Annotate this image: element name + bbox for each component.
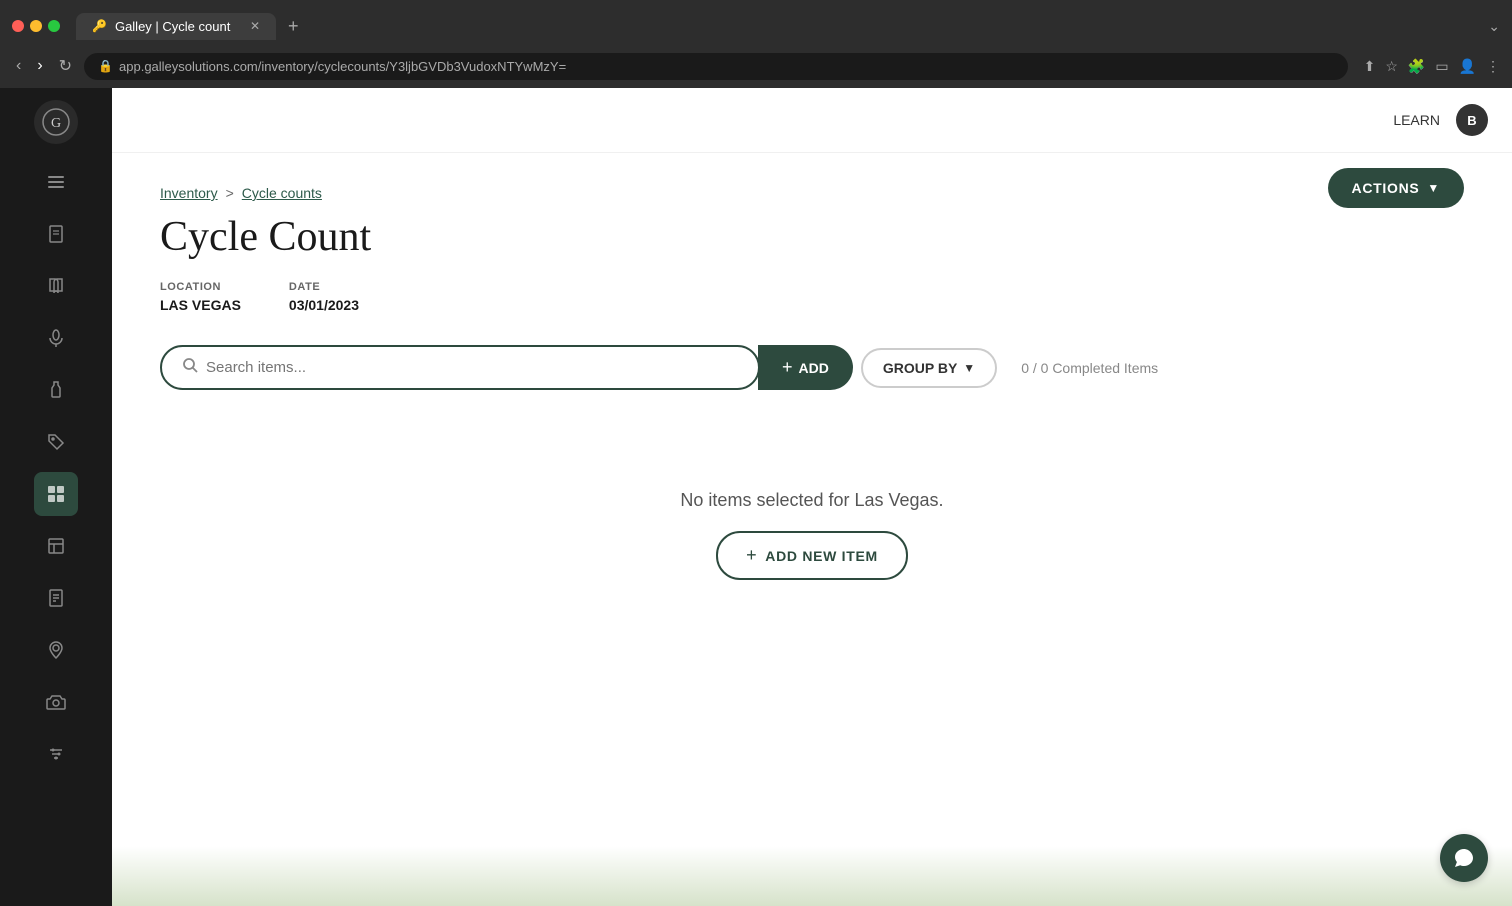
add-label: ADD — [799, 360, 829, 376]
bookmark-button[interactable]: ☆ — [1385, 58, 1398, 75]
tab-close-button[interactable]: ✕ — [250, 19, 260, 33]
sidebar-item-settings[interactable] — [34, 732, 78, 776]
lock-icon: 🔒 — [98, 59, 113, 73]
location-value: LAS VEGAS — [160, 297, 241, 313]
app-logo[interactable]: G — [34, 100, 78, 144]
url-text: app.galleysolutions.com/inventory/cyclec… — [119, 59, 566, 74]
actions-label: ACTIONS — [1352, 180, 1420, 196]
share-button[interactable]: ⬆ — [1364, 58, 1376, 75]
sidebar-item-inventory[interactable] — [34, 472, 78, 516]
browser-tab[interactable]: 🔑 Galley | Cycle count ✕ — [76, 13, 276, 40]
refresh-button[interactable]: ↻ — [55, 52, 76, 80]
breadcrumb: Inventory > Cycle counts — [160, 185, 1464, 201]
header-bar: LEARN B — [112, 88, 1512, 153]
browser-toolbar: ⬆ ☆ 🧩 ▭ 👤 ⋮ — [1364, 58, 1500, 75]
sidebar-item-tags[interactable] — [34, 420, 78, 464]
add-button[interactable]: + ADD — [758, 345, 853, 390]
page-content: Inventory > Cycle counts Cycle Count ACT… — [112, 153, 1512, 906]
breadcrumb-cycle-counts-link[interactable]: Cycle counts — [242, 185, 322, 201]
tab-title: Galley | Cycle count — [115, 19, 230, 34]
sidebar-item-microphone[interactable] — [34, 316, 78, 360]
breadcrumb-separator: > — [226, 185, 234, 201]
browser-chrome: 🔑 Galley | Cycle count ✕ + ⌄ ‹ › ↻ 🔒 app… — [0, 0, 1512, 88]
location-meta: LOCATION LAS VEGAS — [160, 281, 241, 313]
sidebar-item-recipes[interactable] — [34, 524, 78, 568]
profile-button[interactable]: 👤 — [1459, 58, 1476, 75]
forward-button[interactable]: › — [33, 53, 46, 79]
more-button[interactable]: ⋮ — [1486, 58, 1500, 75]
learn-button[interactable]: LEARN — [1393, 112, 1440, 128]
empty-state: No items selected for Las Vegas. + ADD N… — [160, 430, 1464, 640]
chat-button[interactable] — [1440, 834, 1488, 882]
group-by-label: GROUP BY — [883, 360, 957, 376]
header-actions: LEARN B — [1393, 104, 1488, 136]
actions-chevron-icon: ▼ — [1427, 181, 1440, 195]
date-meta: DATE 03/01/2023 — [289, 281, 359, 313]
new-tab-button[interactable]: + — [288, 16, 299, 37]
empty-state-message: No items selected for Las Vegas. — [680, 490, 943, 511]
back-button[interactable]: ‹ — [12, 53, 25, 79]
toolbar-row: + ADD GROUP BY ▼ 0 / 0 Completed Items — [160, 345, 1464, 390]
breadcrumb-inventory-link[interactable]: Inventory — [160, 185, 218, 201]
sidebar-item-camera[interactable] — [34, 680, 78, 724]
sidebar-item-documents[interactable] — [34, 212, 78, 256]
page-title: Cycle Count — [160, 213, 1464, 261]
location-label: LOCATION — [160, 281, 241, 293]
minimize-window-button[interactable] — [30, 20, 42, 32]
extensions-button[interactable]: 🧩 — [1408, 58, 1425, 75]
add-new-plus-icon: + — [746, 545, 757, 566]
sidebar-item-menu[interactable] — [34, 160, 78, 204]
group-by-chevron-icon: ▼ — [963, 361, 975, 375]
date-value: 03/01/2023 — [289, 297, 359, 313]
user-avatar[interactable]: B — [1456, 104, 1488, 136]
sidebar-item-locations[interactable] — [34, 628, 78, 672]
completed-items-text: 0 / 0 Completed Items — [1021, 360, 1158, 376]
app-layout: G — [0, 88, 1512, 906]
maximize-window-button[interactable] — [48, 20, 60, 32]
sidebar-item-reports[interactable] — [34, 576, 78, 620]
search-box — [160, 345, 760, 390]
search-input[interactable] — [206, 359, 738, 376]
sidebar: G — [0, 88, 112, 906]
search-icon — [182, 357, 198, 378]
window-controls — [12, 20, 60, 32]
actions-button[interactable]: ACTIONS ▼ — [1328, 168, 1464, 208]
date-label: DATE — [289, 281, 359, 293]
main-content: LEARN B Inventory > Cycle counts Cycle C… — [112, 88, 1512, 906]
add-new-label: ADD NEW ITEM — [765, 548, 878, 564]
sidebar-item-book[interactable] — [34, 264, 78, 308]
svg-text:G: G — [51, 116, 61, 131]
tabs-chevron-icon[interactable]: ⌄ — [1488, 18, 1500, 35]
address-bar: ‹ › ↻ 🔒 app.galleysolutions.com/inventor… — [0, 44, 1512, 88]
group-by-button[interactable]: GROUP BY ▼ — [861, 348, 997, 388]
url-bar[interactable]: 🔒 app.galleysolutions.com/inventory/cycl… — [84, 53, 1348, 80]
split-view-button[interactable]: ▭ — [1435, 58, 1448, 75]
add-new-item-button[interactable]: + ADD NEW ITEM — [716, 531, 908, 580]
add-plus-icon: + — [782, 357, 793, 378]
meta-row: LOCATION LAS VEGAS DATE 03/01/2023 — [160, 281, 1464, 313]
sidebar-item-bottle[interactable] — [34, 368, 78, 412]
close-window-button[interactable] — [12, 20, 24, 32]
